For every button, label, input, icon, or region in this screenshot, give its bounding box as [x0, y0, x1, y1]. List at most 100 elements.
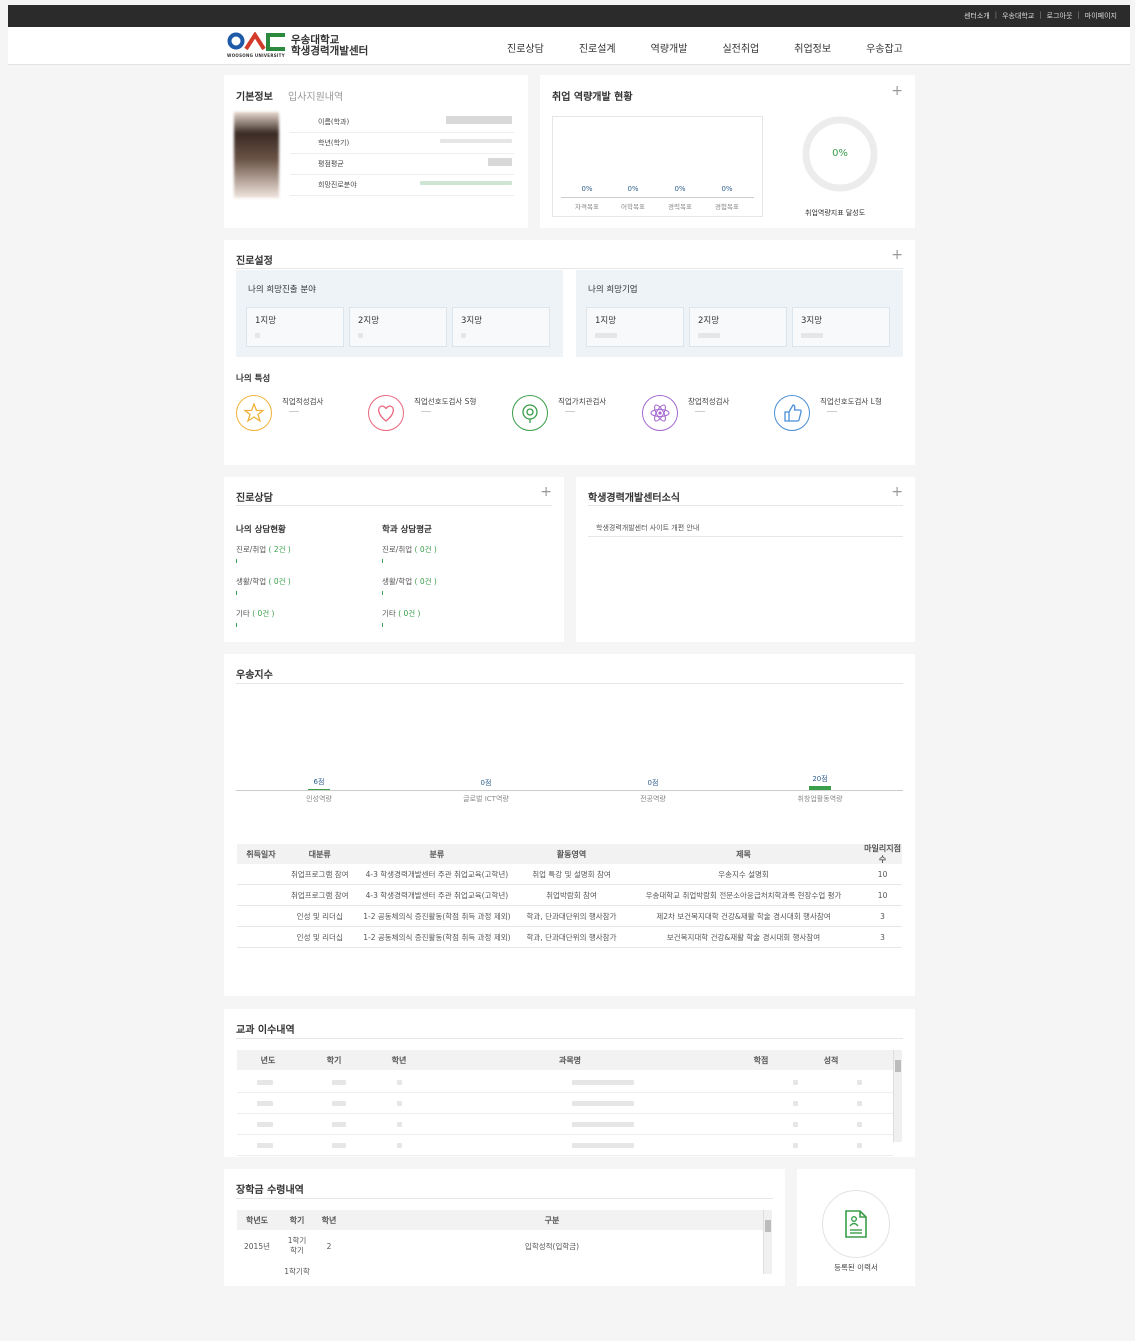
table-row: [237, 1115, 893, 1135]
news-item[interactable]: 학생경력개발센터 사이트 개편 안내: [596, 523, 699, 533]
trait-divider: [695, 411, 705, 412]
my-counseling-item: 생활/학업 ( 0건 ): [236, 576, 291, 595]
table-row: [237, 1136, 893, 1156]
hope-company-choice[interactable]: 2지망: [689, 307, 787, 347]
dept-counseling-item: 생활/학업 ( 0건 ): [382, 576, 437, 595]
trait-divider: [421, 411, 431, 412]
top-link-logout[interactable]: 로그아웃: [1047, 11, 1073, 21]
courses-table-header: 년도 학기 학년 과목명 학점 성적: [237, 1050, 893, 1070]
info-label-gpa: 평점평균: [318, 160, 344, 168]
hope-company-title: 나의 희망기업: [588, 285, 638, 295]
my-counseling-bar: [236, 591, 237, 595]
resume-label: 등록된 이력서: [834, 1263, 878, 1272]
info-row: 희망진로분야: [290, 176, 514, 196]
competency-gauge: 0%: [801, 115, 879, 193]
counseling-title: 진로상담: [236, 493, 273, 504]
table-row: [237, 1094, 893, 1114]
dept-counseling-bar: [382, 559, 383, 563]
nav-item-counseling[interactable]: 진로상담: [507, 40, 544, 55]
profile-photo: [234, 112, 279, 198]
target-icon: [512, 395, 548, 431]
basic-info-card: 기본정보 입사지원내역 이름(학과) 학년(학기) 평점평균 희망진로분야: [224, 75, 528, 228]
trait-item[interactable]: 창업적성검사: [642, 395, 767, 435]
competency-bar-chart: 0% 자격목표 0% 어학목표 0% 경력목표 0% 경험목표: [552, 116, 763, 217]
courses-scrollbar[interactable]: [893, 1050, 902, 1142]
table-row: 인성 및 리더십 1-2 공동체의식 증진활동(학점 취득 과정 제외) 학과, 단…: [237, 907, 902, 927]
hope-field-panel: 나의 희망진출 분야 1지망 2지망 3지망: [236, 270, 563, 357]
nav-item-practical-job[interactable]: 실전취업: [722, 40, 759, 55]
header: WOOSONG UNIVERSITY 우송대학교 학생경력개발센터 진로상담 진…: [8, 27, 1130, 65]
competency-bar-value: 0%: [674, 185, 686, 193]
index-bar-value: 6점: [313, 778, 325, 786]
nav-item-competency[interactable]: 역량개발: [651, 40, 688, 55]
nav-item-job-info[interactable]: 취업정보: [794, 40, 831, 55]
news-more-button[interactable]: +: [891, 484, 903, 500]
index-bar: [809, 786, 831, 790]
scholarship-card: 장학금 수령내역 학년도 학기 학년 구분 2015년 1학기학기 2 입학성적…: [224, 1169, 785, 1286]
index-bar-label: 취창업활동역량: [797, 795, 843, 803]
woosong-index-card: 우송지수 6점 인성역량 0점 글로벌 ICT역량 0점 전공역량 20점 취창업활동역량 취…: [224, 654, 915, 996]
top-link-center[interactable]: 센터소개: [964, 11, 990, 21]
competency-bar-label: 경력목표: [668, 203, 692, 211]
logo-mark: WOOSONG UNIVERSITY: [227, 32, 285, 59]
trait-item[interactable]: 직업선호도검사 S형: [368, 395, 493, 435]
woosong-index-title: 우송지수: [236, 670, 273, 681]
my-counseling-item: 진로/취업 ( 2건 ): [236, 544, 291, 563]
trait-item[interactable]: 직업적성검사: [236, 395, 361, 435]
counseling-more-button[interactable]: +: [540, 484, 552, 500]
dept-counseling-bar: [382, 623, 383, 627]
scholarship-scrollbar[interactable]: [763, 1210, 772, 1274]
gauge-label: 취업역량지표 달성도: [805, 209, 866, 217]
career-setting-card: 진로설정 + 나의 희망진출 분야 1지망 2지망 3지망 나의 희망기업 1지…: [224, 240, 915, 465]
index-table-header: 취득일자 대분류 분류 활동영역 제목 마일리지점수: [237, 844, 902, 864]
competency-bar-value: 0%: [581, 185, 593, 193]
gauge-value: 0%: [832, 148, 848, 159]
trait-item[interactable]: 직업가치관검사: [512, 395, 637, 435]
brand-line-2: 학생경력개발센터: [291, 44, 369, 57]
career-setting-more-button[interactable]: +: [891, 247, 903, 263]
competency-card: 취업 역량개발 현황 + 0% 자격목표 0% 어학목표 0% 경력목표 0% 경험목표 0%…: [540, 75, 915, 228]
career-setting-title: 진로설정: [236, 256, 273, 267]
hope-company-choice[interactable]: 1지망: [586, 307, 684, 347]
trait-divider: [565, 411, 575, 412]
competency-bar-label: 자격목표: [575, 203, 599, 211]
trait-label: 직업가치관검사: [558, 397, 607, 406]
top-link-mypage[interactable]: 마이페이지: [1085, 11, 1117, 21]
my-counseling-bar: [236, 559, 237, 563]
index-bar-value: 20점: [812, 775, 828, 783]
news-card: 학생경력개발센터소식 + 학생경력개발센터 사이트 개편 안내: [576, 477, 915, 642]
trait-label: 창업적성검사: [688, 397, 730, 406]
competency-bar-value: 0%: [721, 185, 733, 193]
resume-card[interactable]: 등록된 이력서: [797, 1169, 915, 1286]
competency-bar-value: 0%: [627, 185, 639, 193]
logo-subtext: WOOSONG UNIVERSITY: [227, 53, 285, 58]
hope-field-choice[interactable]: 3지망: [452, 307, 550, 347]
competency-bar-label: 어학목표: [621, 203, 645, 211]
index-bar-value: 0점: [647, 779, 659, 787]
index-bar-label: 글로벌 ICT역량: [463, 795, 509, 803]
competency-more-button[interactable]: +: [891, 83, 903, 99]
info-row: 학년(학기): [290, 134, 514, 154]
trait-label: 직업적성검사: [282, 397, 324, 406]
hope-field-choice[interactable]: 2지망: [349, 307, 447, 347]
site-logo[interactable]: WOOSONG UNIVERSITY 우송대학교 학생경력개발센터: [227, 32, 368, 59]
hope-field-title: 나의 희망진출 분야: [248, 285, 316, 295]
courses-card: 교과 이수내역 년도 학기 학년 과목명 학점 성적: [224, 1009, 915, 1157]
index-bar-value: 0점: [480, 779, 492, 787]
hope-company-choice[interactable]: 3지망: [792, 307, 890, 347]
trait-item[interactable]: 직업선호도검사 L형: [774, 395, 899, 435]
info-label-career: 희망진로분야: [318, 181, 357, 189]
hope-field-choice[interactable]: 1지망: [246, 307, 344, 347]
top-link-university[interactable]: 우송대학교: [1002, 11, 1034, 21]
hope-company-panel: 나의 희망기업 1지망 2지망 3지망: [576, 270, 903, 357]
my-counseling-bar: [236, 623, 237, 627]
main-nav: 진로상담 진로설계 역량개발 실전취업 취업정보 우송잡고: [507, 40, 938, 55]
dept-counseling-item: 진로/취업 ( 0건 ): [382, 544, 437, 563]
tab-basic-info[interactable]: 기본정보: [236, 88, 273, 103]
competency-bar-label: 경험목표: [715, 203, 739, 211]
nav-item-woosong-job[interactable]: 우송잡고: [866, 40, 903, 55]
tab-application-history[interactable]: 입사지원내역: [288, 88, 343, 103]
nav-item-design[interactable]: 진로설계: [579, 40, 616, 55]
info-label-name: 이름(학과): [318, 118, 350, 126]
scholarship-title: 장학금 수령내역: [236, 1185, 304, 1196]
